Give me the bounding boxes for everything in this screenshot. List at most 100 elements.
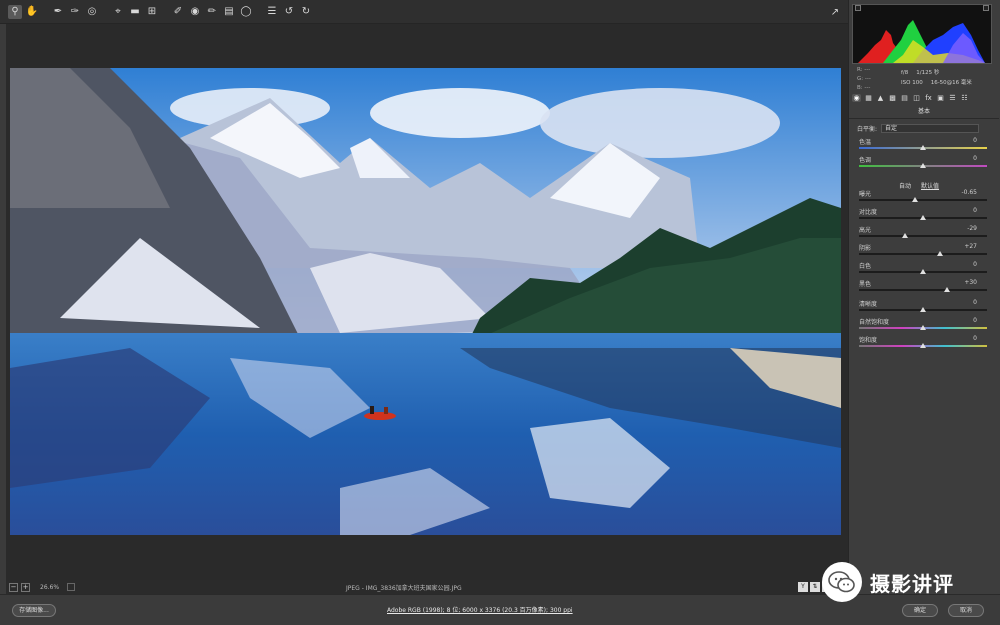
zoom-out-button[interactable]: − — [9, 582, 18, 592]
slider-label: 清晰度 — [859, 301, 878, 308]
preferences-icon[interactable]: ☰ — [265, 5, 279, 19]
slider-label: 阴影 — [859, 245, 872, 252]
slider-thumb[interactable] — [912, 197, 919, 202]
landscape-photo — [10, 68, 841, 535]
zoom-in-button[interactable]: + — [21, 582, 30, 592]
presets-tab-icon[interactable]: ☰ — [948, 94, 957, 102]
auto-link[interactable]: 自动 — [899, 181, 911, 190]
histogram — [852, 4, 992, 64]
slider-value[interactable]: 0 — [973, 335, 977, 342]
done-button[interactable]: 确定 — [902, 604, 938, 617]
radial-filter-icon[interactable]: ◯ — [239, 5, 253, 19]
slider-label: 色温 — [859, 139, 872, 146]
crop-icon[interactable]: ⌖ — [111, 5, 125, 19]
green-readout: G: --- — [857, 76, 871, 82]
adjustment-brush-icon[interactable]: ✏ — [205, 5, 219, 19]
slider-label: 色调 — [859, 157, 872, 164]
auto-default-links: 自动 默认值 — [899, 181, 939, 190]
wechat-bubbles-icon — [828, 571, 855, 593]
slider-value[interactable]: 0 — [973, 317, 977, 324]
slider-thumb[interactable] — [902, 233, 909, 238]
wechat-logo-icon — [822, 562, 862, 602]
slider-thumb[interactable] — [920, 269, 926, 274]
slider-label: 饱和度 — [859, 337, 878, 344]
section-title: 基本 — [849, 106, 999, 119]
slider-value[interactable]: +27 — [964, 243, 977, 250]
panel-tabs: ◉ ▦ ▲ ▩ ▤ ◫ fx ▣ ☰ ☷ — [849, 92, 999, 104]
slider-value[interactable]: 0 — [973, 261, 977, 268]
snapshots-tab-icon[interactable]: ☷ — [960, 94, 969, 102]
spot-removal-icon[interactable]: ✐ — [171, 5, 185, 19]
target-adjust-icon[interactable]: ◎ — [85, 5, 99, 19]
save-image-button[interactable]: 存储图像... — [12, 604, 56, 617]
red-readout: R: --- — [857, 67, 871, 73]
white-balance-select[interactable]: 自定 — [881, 124, 980, 133]
color-sampler-icon[interactable]: ✑ — [68, 5, 82, 19]
histogram-graph — [858, 20, 985, 63]
split-toning-tab-icon[interactable]: ▤ — [900, 94, 909, 102]
detail-tab-icon[interactable]: ▲ — [876, 94, 885, 102]
file-name: JPEG - IMG_3836加拿大班夫国家公园.JPG — [346, 585, 462, 592]
fullscreen-icon[interactable]: ↗ — [828, 5, 842, 19]
slider-thumb[interactable] — [920, 343, 926, 348]
slider-track[interactable] — [859, 253, 987, 255]
slider-value[interactable]: -29 — [967, 225, 977, 232]
zoom-icon[interactable]: ⚲ — [8, 4, 22, 19]
slider-value[interactable]: 0 — [973, 155, 977, 162]
slider-value[interactable]: +30 — [964, 279, 977, 286]
status-bar: − + 26.6% JPEG - IMG_3836加拿大班夫国家公园.JPG Y… — [6, 580, 848, 594]
tone-curve-tab-icon[interactable]: ▦ — [864, 94, 873, 102]
slider-value[interactable]: 0 — [973, 207, 977, 214]
white-balance-row: 白平衡: 自定 — [857, 124, 980, 133]
zoom-dropdown[interactable] — [67, 583, 76, 591]
slider-value[interactable]: 0 — [973, 299, 977, 306]
adjustment-panel: R: --- G: --- B: --- f/8 1/125 秒 ISO 100 1… — [848, 0, 1000, 594]
hand-icon[interactable]: ✋ — [25, 5, 39, 19]
toolbar: ⚲ ✋ ✒ ✑ ◎ ⌖ ▬ ⊞ ✐ ◉ ✏ ▤ ◯ ☰ ↺ ↻ ↗ — [0, 0, 848, 24]
default-link[interactable]: 默认值 — [921, 181, 939, 190]
lens-tab-icon[interactable]: ◫ — [912, 94, 921, 102]
white-balance-label: 白平衡: — [857, 126, 878, 133]
slider-label: 自然饱和度 — [859, 319, 890, 326]
rotate-left-icon[interactable]: ↺ — [282, 5, 296, 19]
workflow-options-link[interactable]: Adobe RGB (1998); 8 位; 6000 x 3376 (20.3… — [387, 605, 573, 614]
highlight-clipping-toggle[interactable] — [983, 5, 989, 11]
slider-thumb[interactable] — [936, 251, 943, 256]
slider-thumb[interactable] — [920, 163, 926, 168]
exif-info: f/8 1/125 秒 ISO 100 16-50@16 毫米 — [901, 68, 972, 88]
slider-thumb[interactable] — [920, 145, 926, 150]
rgb-readout: R: --- G: --- B: --- — [857, 66, 871, 93]
watermark: 摄影讲评 — [822, 562, 954, 602]
straighten-icon[interactable]: ▬ — [128, 5, 142, 19]
slider-value[interactable]: 0 — [973, 137, 977, 144]
before-after-toggle-button[interactable]: Y — [798, 582, 808, 592]
hsl-tab-icon[interactable]: ▩ — [888, 94, 897, 102]
lens: 16-50@16 毫米 — [930, 80, 972, 86]
slider-thumb[interactable] — [920, 215, 926, 220]
rotate-right-icon[interactable]: ↻ — [299, 5, 313, 19]
slider-thumb[interactable] — [920, 325, 926, 330]
transform-icon[interactable]: ⊞ — [145, 5, 159, 19]
slider-label: 白色 — [859, 263, 872, 270]
basic-tab-icon[interactable]: ◉ — [852, 94, 861, 102]
effects-tab-icon[interactable]: fx — [924, 94, 933, 102]
slider-thumb[interactable] — [944, 287, 951, 292]
shadow-clipping-toggle[interactable] — [855, 5, 861, 11]
red-eye-icon[interactable]: ◉ — [188, 5, 202, 19]
slider-label: 对比度 — [859, 209, 878, 216]
aperture: f/8 — [901, 70, 909, 76]
slider-label: 曝光 — [859, 191, 872, 198]
slider-track[interactable] — [859, 199, 987, 201]
white-balance-icon[interactable]: ✒ — [51, 5, 65, 19]
camera-calibration-tab-icon[interactable]: ▣ — [936, 94, 945, 102]
zoom-level: 26.6% — [40, 583, 60, 591]
preview-image[interactable] — [10, 68, 841, 535]
slider-value[interactable]: -0.65 — [961, 189, 977, 196]
slider-label: 高光 — [859, 227, 872, 234]
cancel-button[interactable]: 取消 — [948, 604, 984, 617]
slider-track[interactable] — [859, 289, 987, 291]
slider-track[interactable] — [859, 235, 987, 237]
slider-thumb[interactable] — [920, 307, 926, 312]
swap-settings-button[interactable]: ⇅ — [810, 582, 820, 592]
graduated-filter-icon[interactable]: ▤ — [222, 5, 236, 19]
